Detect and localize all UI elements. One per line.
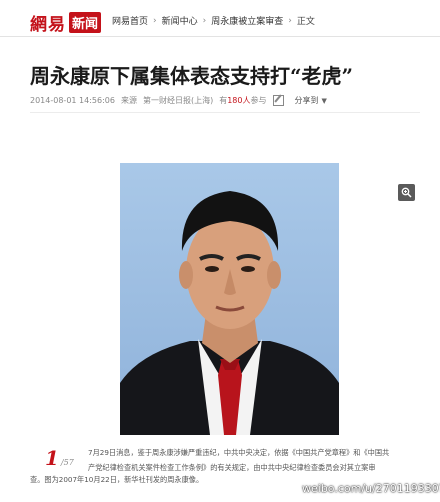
breadcrumb-separator: ›	[288, 15, 292, 26]
caption-line: 产党纪律检查机关案件检查工作条例》的有关规定，由中共中央纪律检查委员会对其立案审	[88, 463, 376, 472]
breadcrumb: 网易首页 › 新闻中心 › 周永康被立案审查 › 正文	[112, 14, 315, 28]
breadcrumb-separator: ›	[153, 15, 157, 26]
portrait-photo[interactable]	[120, 163, 339, 435]
photo-caption: 7月29日消息，鉴于周永康涉嫌严重违纪，中共中央决定，依据《中国共产党章程》和《…	[88, 445, 428, 475]
source-name[interactable]: 第一财经日报(上海)	[143, 95, 213, 106]
participants-prefix: 有	[219, 96, 228, 105]
caption-line: 查。图为2007年10月22日，新华社刊发的周永康像。	[30, 475, 204, 484]
weibo-watermark: weibo.com/u/2701193307	[302, 482, 440, 495]
publish-datetime: 2014-08-01 14:56:06	[30, 96, 115, 105]
breadcrumb-current: 正文	[296, 17, 315, 27]
breadcrumb-news-center[interactable]: 新闻中心	[162, 14, 198, 27]
share-dropdown-icon[interactable]: ▼	[322, 97, 327, 105]
participants-suffix: 参与	[250, 96, 267, 105]
participants-count[interactable]: 180人	[227, 95, 250, 106]
zoom-in-icon[interactable]	[398, 184, 415, 201]
article-title: 周永康原下属集体表态支持打“老虎”	[30, 64, 354, 88]
divider	[30, 112, 420, 113]
portrait-illustration	[120, 191, 339, 435]
top-bar: 網易 新闻 网易首页 › 新闻中心 › 周永康被立案审查 › 正文	[0, 0, 440, 37]
breadcrumb-home[interactable]: 网易首页	[112, 14, 148, 27]
logo-text: 網易	[30, 15, 66, 35]
comment-edit-icon[interactable]	[272, 95, 284, 106]
pager-current: 1	[45, 446, 59, 470]
logo-badge: 新闻	[69, 12, 102, 33]
source-label: 来源	[120, 96, 137, 105]
pager-total: /57	[60, 458, 74, 467]
breadcrumb-separator: ›	[202, 15, 207, 26]
share-button[interactable]: 分享到	[295, 95, 319, 106]
caption-line: 7月29日消息，鉴于周永康涉嫌严重违纪，中共中央决定，依据《中国共产党章程》和《…	[88, 448, 390, 457]
breadcrumb-topic[interactable]: 周永康被立案审查	[211, 14, 283, 27]
gallery-pager: 1/57	[45, 446, 74, 470]
netease-news-logo[interactable]: 網易 新闻	[30, 10, 102, 35]
article-meta: 2014-08-01 14:56:06 来源 第一财经日报(上海) 有 180人…	[30, 95, 327, 106]
